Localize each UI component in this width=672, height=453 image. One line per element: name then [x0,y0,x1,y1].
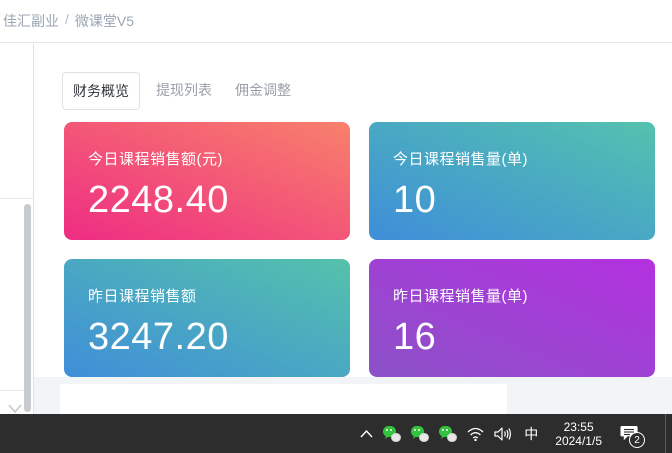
wechat-icon[interactable] [378,414,406,453]
stat-value: 10 [393,178,631,222]
wechat-icon[interactable] [434,414,462,453]
divider [0,390,24,391]
stat-label: 今日课程销售量(单) [393,148,631,169]
volume-icon[interactable] [489,414,517,453]
taskbar-time: 23:55 [564,420,594,434]
tab-finance-overview[interactable]: 财务概览 [62,72,140,110]
taskbar-clock[interactable]: 23:55 2024/1/5 [545,420,612,448]
notifications-icon[interactable]: 2 [612,414,651,453]
stat-value: 16 [393,315,631,359]
card-today-sales-count: 今日课程销售量(单) 10 [369,122,655,240]
tray-chevron-up-icon[interactable] [355,414,378,453]
show-desktop-button[interactable] [666,414,672,453]
taskbar-date: 2024/1/5 [555,434,602,448]
chevron-down-icon[interactable] [8,404,22,413]
stat-label: 昨日课程销售量(单) [393,285,631,306]
tab-bar: 财务概览 提现列表 佣金调整 [62,72,672,110]
notification-count-badge: 2 [629,432,645,448]
stat-label: 今日课程销售额(元) [88,148,326,169]
divider [0,198,33,199]
card-yesterday-sales-amount: 昨日课程销售额 3247.20 [64,259,350,377]
stat-value: 2248.40 [88,178,326,222]
breadcrumb-separator: / [65,11,69,31]
tab-commission-adjust[interactable]: 佣金调整 [225,72,301,110]
breadcrumb-page: 微课堂V5 [75,11,134,31]
card-today-sales-amount: 今日课程销售额(元) 2248.40 [64,122,350,240]
stat-card-grid: 今日课程销售额(元) 2248.40 今日课程销售量(单) 10 昨日课程销售额… [64,122,655,377]
system-tray: 中 23:55 2024/1/5 2 [355,414,672,453]
vertical-scrollbar[interactable] [24,204,31,412]
tab-withdraw-list[interactable]: 提现列表 [146,72,222,110]
main-content: 财务概览 提现列表 佣金调整 今日课程销售额(元) 2248.40 今日课程销售… [34,44,672,414]
topbar: 佳汇副业 / 微课堂V5 [0,0,672,43]
taskbar: 中 23:55 2024/1/5 2 [0,414,672,453]
left-side-panel [0,44,34,414]
wechat-icon[interactable] [406,414,434,453]
stat-label: 昨日课程销售额 [88,285,326,306]
desktop-screen: 佳汇副业 / 微课堂V5 财务概览 提现列表 佣金调整 今日课程销售额(元) 2… [0,0,672,453]
input-method-indicator[interactable]: 中 [517,414,545,453]
card-yesterday-sales-count: 昨日课程销售量(单) 16 [369,259,655,377]
breadcrumb: 佳汇副业 / 微课堂V5 [3,11,134,31]
stat-value: 3247.20 [88,315,326,359]
wifi-icon[interactable] [462,414,489,453]
breadcrumb-section[interactable]: 佳汇副业 [3,11,59,31]
